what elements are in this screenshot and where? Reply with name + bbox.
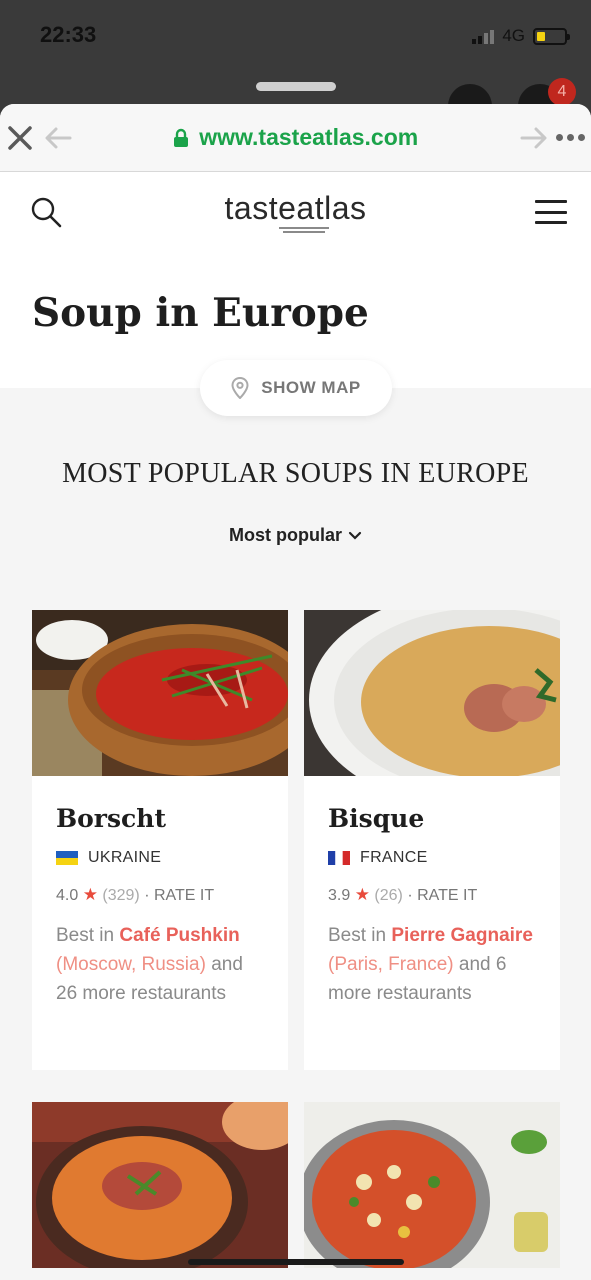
restaurant-location[interactable]: (Moscow, Russia) <box>56 954 206 975</box>
card-body: Borscht UKRAINE 4.0 ★ (329) · RATE IT Be… <box>32 776 288 1070</box>
rating-row: 3.9 ★ (26) · RATE IT <box>328 885 536 905</box>
dish-card[interactable] <box>304 1102 560 1268</box>
battery-icon <box>533 27 570 45</box>
ukraine-flag-icon <box>56 851 78 865</box>
country-row: UKRAINE <box>56 849 264 867</box>
sheet-grabber[interactable] <box>256 82 336 91</box>
france-flag-icon <box>328 851 350 865</box>
browser-sheet: www.tasteatlas.com tasteatlas Soup in Eu… <box>0 104 591 1280</box>
map-pin-icon <box>231 377 249 399</box>
country-name[interactable]: UKRAINE <box>88 849 161 867</box>
borscht-image <box>32 610 288 776</box>
bisque-image <box>304 610 560 776</box>
dish-name[interactable]: Bisque <box>328 804 536 833</box>
status-indicators: 4G <box>472 26 570 46</box>
dish-card[interactable]: Borscht UKRAINE 4.0 ★ (329) · RATE IT Be… <box>32 610 288 1070</box>
sort-dropdown[interactable]: Most popular <box>0 525 591 546</box>
star-icon: ★ <box>354 885 370 904</box>
country-row: FRANCE <box>328 849 536 867</box>
network-type: 4G <box>502 26 525 45</box>
restaurant-location[interactable]: (Paris, France) <box>328 954 454 975</box>
main-content: SHOW MAP MOST POPULAR SOUPS IN EUROPE Mo… <box>0 360 591 1280</box>
card-body: Bisque FRANCE 3.9 ★ (26) · RATE IT Best … <box>304 776 560 1070</box>
signal-icon <box>472 28 495 44</box>
notification-badge: 4 <box>548 78 576 106</box>
rating-value: 3.9 <box>328 887 351 904</box>
restaurant-link[interactable]: Café Pushkin <box>119 925 239 946</box>
rating-count: (329) <box>102 887 140 904</box>
best-in-text: Best in Café Pushkin (Moscow, Russia) an… <box>56 921 264 1008</box>
site-header: tasteatlas <box>0 172 591 252</box>
show-map-button[interactable]: SHOW MAP <box>200 360 392 416</box>
soup-image <box>32 1102 288 1268</box>
status-bar: 22:33 4G <box>0 0 591 72</box>
minestrone-image <box>304 1102 560 1268</box>
page-title: Soup in Europe <box>32 290 369 336</box>
logo-underline <box>279 227 329 233</box>
address-bar[interactable]: www.tasteatlas.com <box>0 124 591 151</box>
rate-it-link[interactable]: · RATE IT <box>144 887 214 904</box>
menu-icon[interactable] <box>535 200 567 224</box>
more-options-icon[interactable] <box>556 134 585 141</box>
forward-arrow-icon[interactable] <box>520 126 548 150</box>
dish-name[interactable]: Borscht <box>56 804 264 833</box>
best-in-text: Best in Pierre Gagnaire (Paris, France) … <box>328 921 536 1008</box>
section-heading: MOST POPULAR SOUPS IN EUROPE <box>62 458 529 489</box>
dish-card[interactable]: Bisque FRANCE 3.9 ★ (26) · RATE IT Best … <box>304 610 560 1070</box>
best-in-prefix: Best in <box>56 925 120 946</box>
browser-toolbar: www.tasteatlas.com <box>0 104 591 172</box>
rate-it-link[interactable]: · RATE IT <box>407 887 477 904</box>
dish-card[interactable] <box>32 1102 288 1268</box>
best-in-prefix: Best in <box>328 925 392 946</box>
rating-value: 4.0 <box>56 887 79 904</box>
restaurant-link[interactable]: Pierre Gagnaire <box>391 925 533 946</box>
sort-label: Most popular <box>229 525 342 545</box>
url-text: www.tasteatlas.com <box>199 124 419 150</box>
show-map-label: SHOW MAP <box>261 378 361 397</box>
rating-row: 4.0 ★ (329) · RATE IT <box>56 885 264 905</box>
chevron-down-icon <box>348 532 362 540</box>
rating-count: (26) <box>374 887 403 904</box>
site-logo[interactable]: tasteatlas <box>0 190 591 227</box>
home-indicator[interactable] <box>188 1259 404 1265</box>
lock-icon <box>173 128 188 147</box>
status-time: 22:33 <box>40 22 97 47</box>
star-icon: ★ <box>82 885 98 904</box>
country-name[interactable]: FRANCE <box>360 849 428 867</box>
